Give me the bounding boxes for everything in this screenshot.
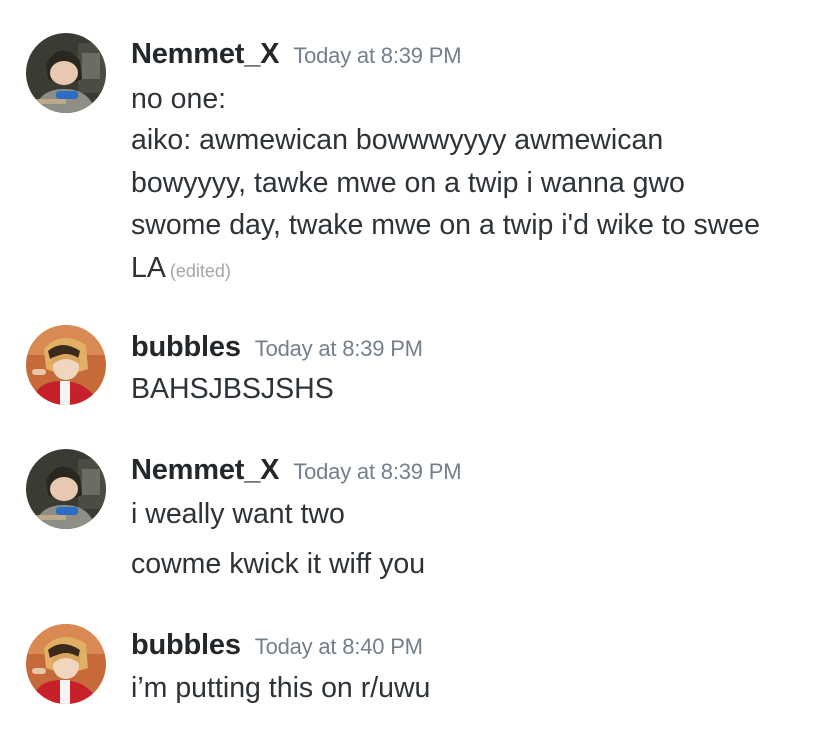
anime-boy-gaming-avatar-icon: [26, 33, 106, 113]
message-timestamp: Today at 8:39 PM: [293, 43, 462, 68]
avatar[interactable]: [26, 325, 106, 405]
anime-boy-gaming-avatar-icon: [26, 449, 106, 529]
message-line: aiko: awmewican bowwwyyyy awmewican: [131, 124, 664, 156]
message-header: Nemmet_X Today at 8:39 PM: [131, 454, 462, 487]
message-header: bubbles Today at 8:39 PM: [131, 331, 423, 364]
avatar[interactable]: [26, 33, 106, 113]
message-line: i’m putting this on r/uwu: [131, 672, 431, 704]
message-line: no one:: [131, 83, 227, 115]
message-timestamp: Today at 8:39 PM: [293, 459, 462, 484]
edited-label: (edited): [169, 261, 231, 281]
message-line: cowme kwick it wiff you: [131, 548, 426, 580]
avatar[interactable]: [26, 449, 106, 529]
message-line: BAHSJBSJSHS: [131, 373, 334, 405]
anime-boy-red-jacket-avatar-icon: [26, 624, 106, 704]
message-line: swome day, twake mwe on a twip i'd wike …: [131, 209, 761, 241]
message-line: LA (edited): [131, 247, 231, 292]
author-name[interactable]: Nemmet_X: [131, 454, 280, 486]
message-timestamp: Today at 8:40 PM: [254, 634, 423, 659]
message-line: bowyyyy, tawke mwe on a twip i wanna gwo: [131, 167, 685, 199]
message-timestamp: Today at 8:39 PM: [254, 336, 423, 361]
avatar[interactable]: [26, 624, 106, 704]
anime-boy-red-jacket-avatar-icon: [26, 325, 106, 405]
message-line: i weally want two: [131, 498, 345, 530]
author-name[interactable]: Nemmet_X: [131, 38, 280, 70]
message-text: LA: [131, 252, 166, 284]
message-header: bubbles Today at 8:40 PM: [131, 629, 423, 662]
author-name[interactable]: bubbles: [131, 629, 241, 661]
author-name[interactable]: bubbles: [131, 331, 241, 363]
message-header: Nemmet_X Today at 8:39 PM: [131, 38, 462, 71]
